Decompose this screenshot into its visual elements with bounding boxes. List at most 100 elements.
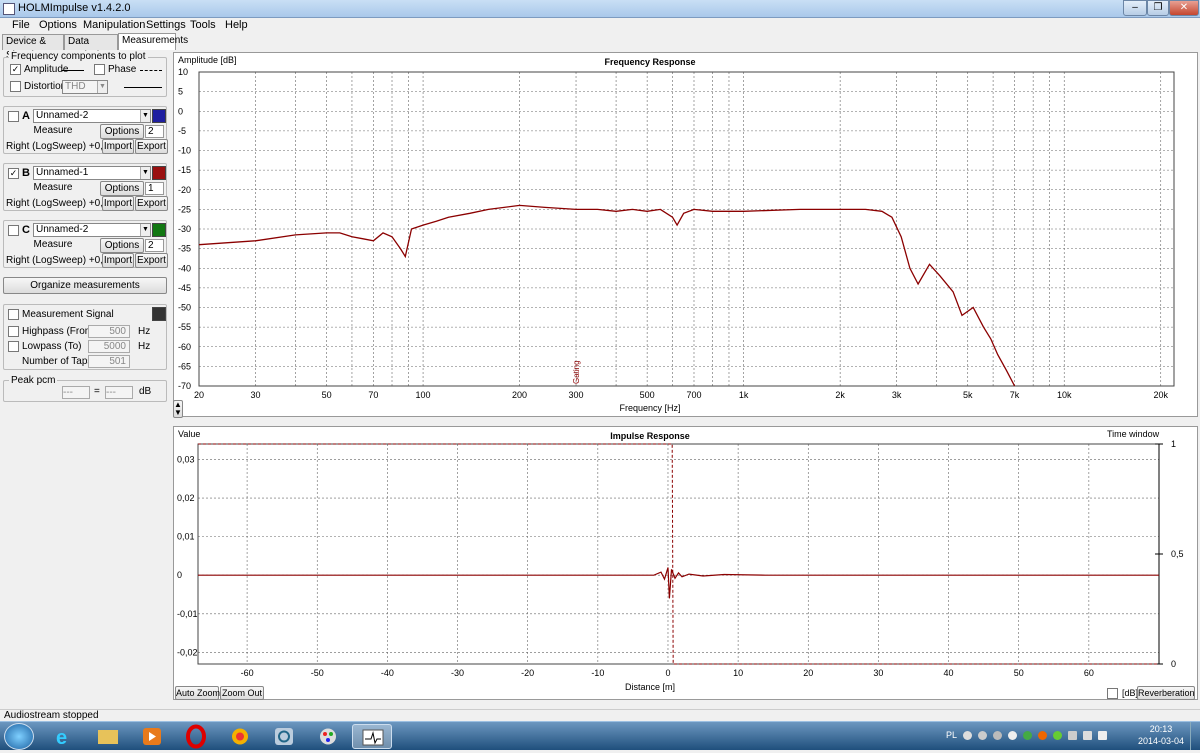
show-desktop-button[interactable]	[1190, 722, 1200, 750]
measurement-a-import-button[interactable]: Import	[102, 139, 134, 154]
time-window-tick-label: 1	[1171, 439, 1176, 449]
highpass-checkbox[interactable]	[8, 326, 19, 337]
tray-icon-4[interactable]	[1008, 731, 1017, 740]
freq-components-title: Frequency components to plot	[9, 51, 148, 62]
tray-icon-1[interactable]	[963, 731, 972, 740]
measurement-a-measure-button[interactable]: Measure	[6, 124, 100, 139]
menu-help[interactable]: Help	[225, 19, 248, 31]
distortion-line-sample	[124, 87, 162, 88]
title-bar: HOLMImpulse v1.4.2.0 – ❐ ✕	[0, 0, 1200, 18]
holmimpulse-taskbar-icon[interactable]	[352, 724, 392, 749]
reverberation-button[interactable]: Reverberation	[1137, 686, 1195, 700]
distortion-select-value: THD	[65, 81, 86, 92]
taps-input[interactable]: 501	[88, 355, 130, 368]
measurement-b-count-stepper[interactable]: 1	[145, 182, 164, 195]
measurement-c-export-button[interactable]: Export	[135, 253, 168, 268]
signal-strength-icon[interactable]	[1083, 731, 1092, 740]
measurement-b-measure-button[interactable]: Measure	[6, 181, 100, 196]
amplitude-checkbox[interactable]: ✓	[10, 64, 21, 75]
highpass-input[interactable]: 500	[88, 325, 130, 338]
frequency-response-chart[interactable]: Amplitude [dB] Frequency Response1050-5-1…	[174, 53, 1199, 418]
distortion-checkbox[interactable]	[10, 81, 21, 92]
language-indicator[interactable]: PL	[946, 730, 957, 740]
explorer-icon[interactable]	[88, 724, 128, 749]
menu-tools[interactable]: Tools	[190, 19, 216, 31]
freq-xtick-label: 700	[686, 390, 701, 400]
tray-icon-2[interactable]	[978, 731, 987, 740]
impulse-xtick-label: -20	[521, 668, 534, 678]
sun-app-icon[interactable]	[220, 724, 260, 749]
menu-settings[interactable]: Settings	[146, 19, 186, 31]
tab-measurements[interactable]: Measurements	[118, 33, 188, 50]
media-player-icon[interactable]	[132, 724, 172, 749]
impulse-xtick-label: -50	[311, 668, 324, 678]
paint-app-icon[interactable]	[308, 724, 348, 749]
peak-left-value: ---	[62, 386, 90, 399]
taskbar: e PL 20:13 2014-03-04	[0, 721, 1200, 750]
measurement-signal-checkbox[interactable]	[8, 309, 19, 320]
db-checkbox[interactable]	[1107, 688, 1118, 699]
measurement-c-name: Unnamed-2	[36, 224, 89, 235]
impulse-response-chart[interactable]: Value Impulse Response Time window 0,03 0,02…	[174, 427, 1199, 701]
measurement-c-color-swatch[interactable]	[152, 223, 166, 237]
network-app-icon[interactable]	[264, 724, 304, 749]
measurement-b-import-button[interactable]: Import	[102, 196, 134, 211]
measurement-signal-color-swatch[interactable]	[152, 307, 166, 321]
tray-icon-7[interactable]	[1053, 731, 1062, 740]
lowpass-input[interactable]: 5000	[88, 340, 130, 353]
measurement-c-select[interactable]: Unnamed-2 ▼	[33, 223, 151, 237]
measurement-b-checkbox[interactable]: ✓	[8, 168, 19, 179]
ie-icon[interactable]: e	[44, 724, 84, 749]
chevron-down-icon: ▼	[140, 110, 150, 122]
close-button[interactable]: ✕	[1169, 0, 1199, 16]
taps-label: Number of Taps	[22, 356, 93, 367]
measurement-a-count-stepper[interactable]: 2	[145, 125, 164, 138]
freq-title: Frequency Response	[604, 57, 695, 67]
phase-checkbox[interactable]	[94, 64, 105, 75]
tab-data-analysis[interactable]: Data analysis	[64, 34, 118, 61]
status-text: Audiostream stopped	[4, 710, 99, 721]
measurement-c-options-button[interactable]: Options	[100, 238, 144, 253]
measurement-c-count-stepper[interactable]: 2	[145, 239, 164, 252]
lowpass-checkbox[interactable]	[8, 341, 19, 352]
freq-xtick-label: 100	[416, 390, 431, 400]
measurement-c-checkbox[interactable]	[8, 225, 19, 236]
measurement-b-export-button[interactable]: Export	[135, 196, 168, 211]
measurement-a-export-button[interactable]: Export	[135, 139, 168, 154]
volume-icon[interactable]	[1098, 731, 1107, 740]
freq-ytick-label: -60	[178, 342, 191, 352]
minimize-button[interactable]: –	[1123, 0, 1147, 16]
clock-date[interactable]: 2014-03-04	[1134, 736, 1188, 746]
clock-time[interactable]: 20:13	[1138, 724, 1184, 734]
freq-components-group: Frequency components to plot ✓ Amplitude…	[3, 51, 167, 97]
measurement-a-color-swatch[interactable]	[152, 109, 166, 123]
measurement-a-select[interactable]: Unnamed-2 ▼	[33, 109, 151, 123]
measurement-b-select[interactable]: Unnamed-1 ▼	[33, 166, 151, 180]
menu-manipulation[interactable]: Manipulation	[83, 19, 145, 31]
tray-icon-6[interactable]	[1038, 731, 1047, 740]
zoom-out-button[interactable]: Zoom Out	[220, 686, 264, 700]
tray-icon-8[interactable]	[1068, 731, 1077, 740]
panel-splitter-arrows[interactable]: ▲ ▼	[173, 400, 183, 418]
measurement-b-color-swatch[interactable]	[152, 166, 166, 180]
freq-xlabel: Frequency [Hz]	[619, 403, 680, 413]
measurement-b-options-button[interactable]: Options	[100, 181, 144, 196]
opera-icon[interactable]	[176, 724, 216, 749]
measurement-c-group: C Unnamed-2 ▼ Measure Options 2 Right (Lo…	[3, 220, 168, 268]
measurement-a-options-button[interactable]: Options	[100, 124, 144, 139]
distortion-select[interactable]: THD ▼	[62, 80, 108, 94]
menu-options[interactable]: Options	[39, 19, 77, 31]
maximize-button[interactable]: ❐	[1147, 0, 1169, 16]
start-button[interactable]	[4, 723, 34, 750]
measurement-c-import-button[interactable]: Import	[102, 253, 134, 268]
tray-icon-3[interactable]	[993, 731, 1002, 740]
menu-file[interactable]: File	[12, 19, 30, 31]
measurement-a-checkbox[interactable]	[8, 111, 19, 122]
tab-device-signal[interactable]: Device & Signal	[2, 34, 64, 61]
auto-zoom-button[interactable]: Auto Zoom	[175, 686, 220, 700]
measurement-c-measure-button[interactable]: Measure	[6, 238, 100, 253]
organize-measurements-button[interactable]: Organize measurements	[3, 277, 167, 294]
tray-icon-5[interactable]	[1023, 731, 1032, 740]
time-window-label: Time window	[1107, 429, 1160, 439]
freq-ytick-label: -30	[178, 224, 191, 234]
